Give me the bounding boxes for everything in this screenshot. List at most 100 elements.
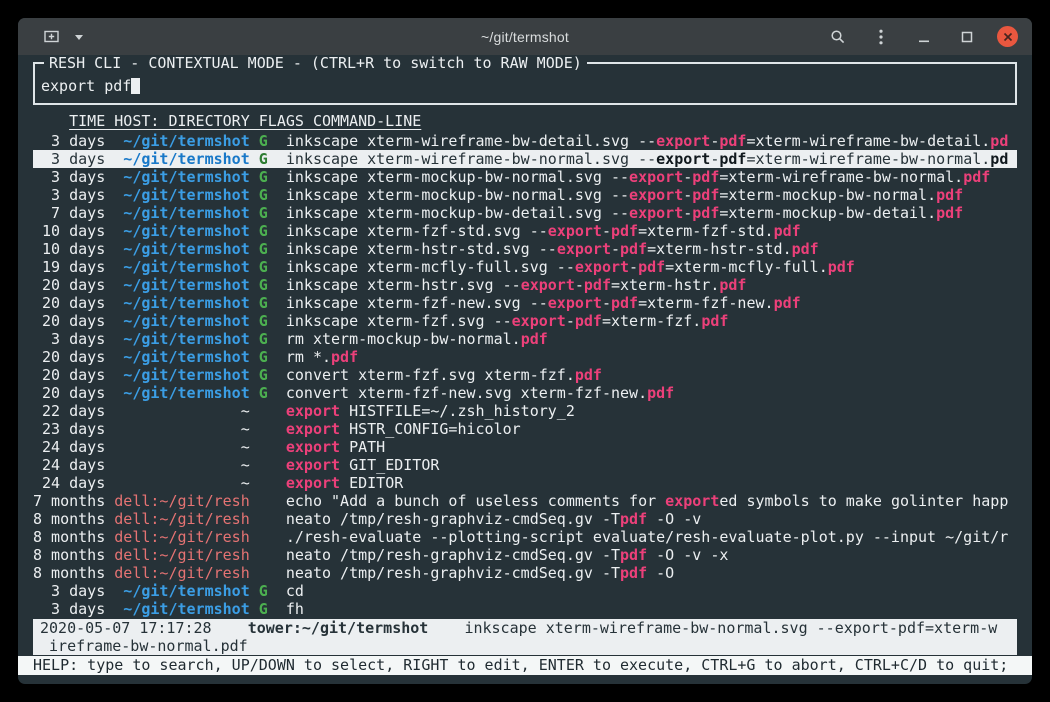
command-match: pdf	[611, 294, 638, 312]
history-row[interactable]: 3 days ~/git/termshot G rm xterm-mockup-…	[33, 330, 1017, 348]
command-match: pdf	[701, 312, 728, 330]
command-match: pdf	[963, 168, 990, 186]
terminal-window: ~/git/termshot	[18, 18, 1032, 684]
command-match: export	[575, 258, 629, 276]
host-cell: ~/git/termshot	[114, 150, 259, 168]
time-cell: 10 days	[33, 222, 114, 240]
time-cell: 8 months	[33, 564, 114, 582]
status-line-1: 2020-05-07 17:17:28tower:~/git/termshoti…	[40, 619, 1010, 637]
time-cell: 3 days	[33, 186, 114, 204]
host-cell: ~/git/termshot	[114, 258, 259, 276]
history-row[interactable]: 10 days ~/git/termshot G inkscape xterm-…	[33, 240, 1017, 258]
command-text: GIT_EDITOR	[340, 456, 439, 474]
history-row[interactable]: 24 days ~ export EDITOR	[33, 474, 1017, 492]
history-row[interactable]: 20 days ~/git/termshot G convert xterm-f…	[33, 384, 1017, 402]
help-bar: HELP: type to search, UP/DOWN to select,…	[18, 656, 1032, 675]
command-match: export	[286, 474, 340, 492]
history-row[interactable]: 22 days ~ export HISTFILE=~/.zsh_history…	[33, 402, 1017, 420]
command-text: -	[683, 168, 692, 186]
history-row[interactable]: 3 days ~/git/termshot G inkscape xterm-m…	[33, 168, 1017, 186]
time-cell: 23 days	[33, 420, 114, 438]
search-query-text: export pdf	[41, 77, 131, 95]
window-title: ~/git/termshot	[481, 29, 569, 45]
mode-title: RESH CLI - CONTEXTUAL MODE - (CTRL+R to …	[44, 55, 587, 72]
flags-cell	[259, 528, 286, 546]
history-row[interactable]: 20 days ~/git/termshot G inkscape xterm-…	[33, 312, 1017, 330]
command-match: export	[548, 294, 602, 312]
history-row[interactable]: 8 months dell:~/git/resh neato /tmp/resh…	[33, 564, 1017, 582]
flags-cell: G	[259, 330, 286, 348]
time-cell: 24 days	[33, 438, 114, 456]
maximize-button[interactable]	[954, 24, 980, 50]
history-row[interactable]: 10 days ~/git/termshot G inkscape xterm-…	[33, 222, 1017, 240]
history-row[interactable]: 20 days ~/git/termshot G inkscape xterm-…	[33, 294, 1017, 312]
history-row[interactable]: 3 days ~/git/termshot G inkscape xterm-m…	[33, 186, 1017, 204]
host-cell: ~/git/termshot	[114, 186, 259, 204]
history-row[interactable]: 7 months dell:~/git/resh echo "Add a bun…	[33, 492, 1017, 510]
history-row[interactable]: 8 months dell:~/git/resh neato /tmp/resh…	[33, 546, 1017, 564]
command-text: -O -v -x	[647, 546, 728, 564]
history-row[interactable]: 7 days ~/git/termshot G inkscape xterm-m…	[33, 204, 1017, 222]
flags-cell	[259, 402, 286, 420]
search-button[interactable]	[825, 24, 851, 50]
host-cell: dell:~/git/resh	[114, 564, 259, 582]
time-cell: 3 days	[33, 132, 114, 150]
command-match: pdf	[647, 384, 674, 402]
command-match: pdf	[774, 294, 801, 312]
history-row[interactable]: 24 days ~ export GIT_EDITOR	[33, 456, 1017, 474]
history-row[interactable]: 8 months dell:~/git/resh ./resh-evaluate…	[33, 528, 1017, 546]
command-text: =xterm-hstr.	[611, 276, 719, 294]
flags-cell: G	[259, 168, 286, 186]
time-cell: 20 days	[33, 366, 114, 384]
history-row[interactable]: 20 days ~/git/termshot G inkscape xterm-…	[33, 276, 1017, 294]
command-match: pd	[990, 132, 1008, 150]
host-cell: ~/git/termshot	[114, 204, 259, 222]
history-row[interactable]: 3 days ~/git/termshot G cd	[33, 582, 1017, 600]
maximize-icon	[960, 30, 974, 44]
history-row[interactable]: 20 days ~/git/termshot G rm *.pdf	[33, 348, 1017, 366]
command-text: echo "Add a bunch of useless comments fo…	[286, 492, 665, 510]
minimize-button[interactable]	[911, 24, 937, 50]
time-cell: 8 months	[33, 546, 114, 564]
command-match: export	[557, 240, 611, 258]
chevron-down-icon	[73, 33, 85, 41]
command-text: =xterm-wireframe-bw-detail.	[746, 132, 990, 150]
text-cursor	[131, 78, 140, 94]
command-match: export	[656, 132, 710, 150]
command-match: pdf	[611, 222, 638, 240]
command-match: pdf	[521, 330, 548, 348]
command-text: fh	[286, 600, 304, 618]
host-cell: ~/git/termshot	[114, 348, 259, 366]
command-text: inkscape xterm-hstr.svg --	[286, 276, 521, 294]
command-text: -	[683, 186, 692, 204]
time-cell: 3 days	[33, 582, 114, 600]
command-match: pd	[990, 150, 1008, 168]
command-match: export	[286, 438, 340, 456]
history-row[interactable]: 8 months dell:~/git/resh neato /tmp/resh…	[33, 510, 1017, 528]
time-cell: 3 days	[33, 168, 114, 186]
history-row[interactable]: 3 days ~/git/termshot G fh	[33, 600, 1017, 618]
command-text: =xterm-mockup-bw-detail.	[719, 204, 936, 222]
minimize-icon	[917, 30, 931, 44]
history-row[interactable]: 3 days ~/git/termshot G inkscape xterm-w…	[33, 132, 1017, 150]
host-cell: ~/git/termshot	[114, 240, 259, 258]
history-row-selected[interactable]: 3 days ~/git/termshot G inkscape xterm-w…	[33, 150, 1017, 168]
time-cell: 3 days	[33, 150, 114, 168]
tab-list-dropdown-button[interactable]	[66, 24, 92, 50]
host-cell: ~/git/termshot	[114, 582, 259, 600]
history-row[interactable]: 19 days ~/git/termshot G inkscape xterm-…	[33, 258, 1017, 276]
flags-cell: G	[259, 240, 286, 258]
history-row[interactable]: 24 days ~ export PATH	[33, 438, 1017, 456]
menu-button[interactable]	[868, 24, 894, 50]
new-tab-button[interactable]	[38, 24, 64, 50]
time-cell: 24 days	[33, 456, 114, 474]
command-match: pdf	[575, 312, 602, 330]
time-cell: 10 days	[33, 240, 114, 258]
titlebar-right-controls	[825, 24, 1032, 50]
search-query-input[interactable]: export pdf	[41, 77, 1009, 95]
command-match: pdf	[620, 510, 647, 528]
history-row[interactable]: 23 days ~ export HSTR_CONFIG=hicolor	[33, 420, 1017, 438]
table-header: TIME HOST: DIRECTORY FLAGS COMMAND-LINE	[33, 112, 1017, 130]
close-button[interactable]	[997, 26, 1018, 47]
history-row[interactable]: 20 days ~/git/termshot G convert xterm-f…	[33, 366, 1017, 384]
